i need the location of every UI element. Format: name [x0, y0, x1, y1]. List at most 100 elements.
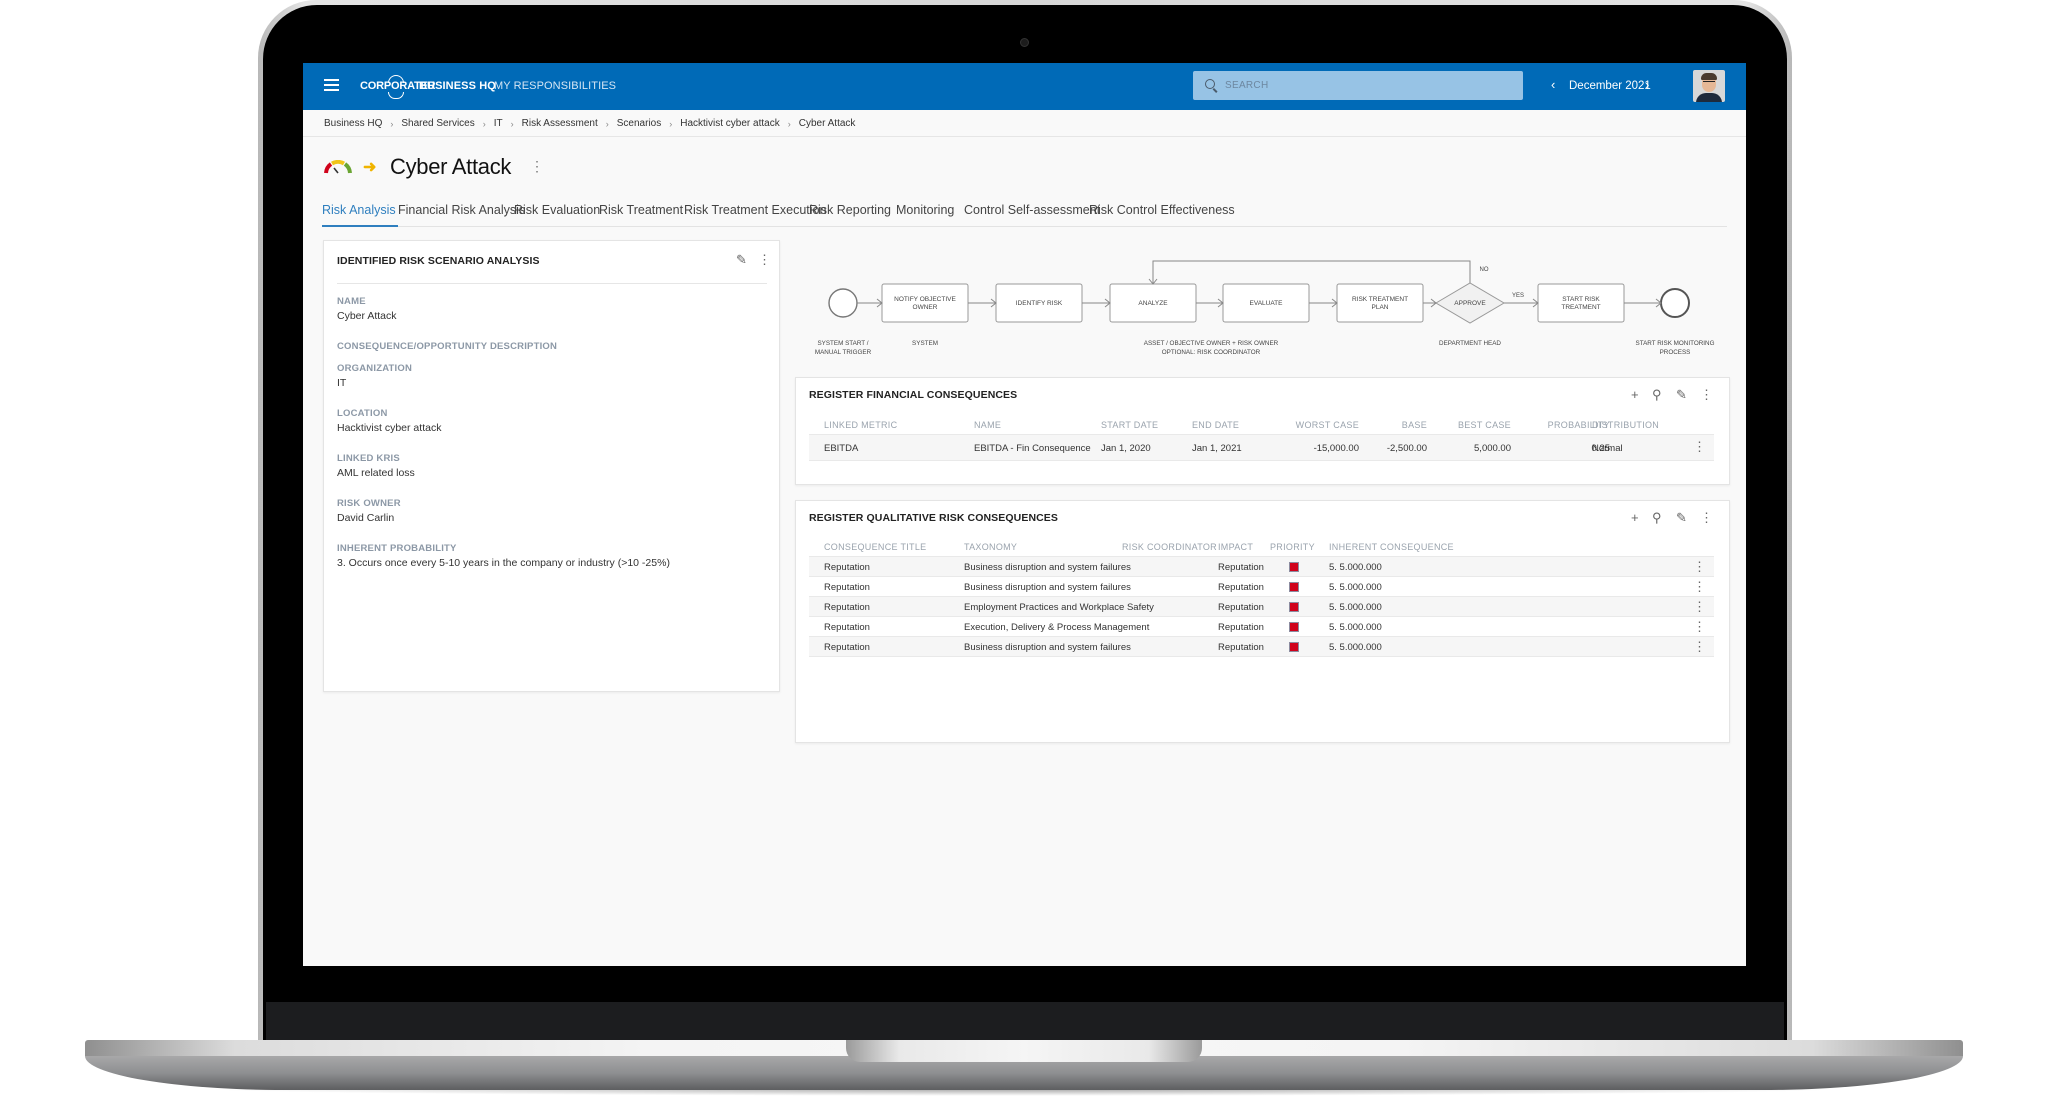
breadcrumb-item[interactable]: Shared Services — [401, 118, 474, 129]
column-header[interactable]: PRIORITY — [1270, 542, 1315, 552]
table-row[interactable]: EBITDA EBITDA - Fin Consequence Jan 1, 202… — [809, 435, 1714, 461]
row-more-icon[interactable]: ⋮ — [1693, 639, 1706, 655]
row-more-icon[interactable]: ⋮ — [1693, 619, 1706, 635]
lane-label: OPTIONAL: RISK COORDINATOR — [1162, 349, 1261, 356]
card-title: REGISTER QUALITATIVE RISK CONSEQUENCES — [809, 512, 1059, 524]
edit-icon[interactable]: ✎ — [736, 253, 747, 266]
column-header[interactable]: START DATE — [1101, 420, 1158, 430]
tab-risk-reporting[interactable]: Risk Reporting — [809, 203, 891, 217]
search-icon[interactable]: ⚲ — [1652, 388, 1662, 401]
table-cell: EBITDA - Fin Consequence — [974, 443, 1091, 454]
period-next-button[interactable]: › — [1645, 77, 1649, 92]
table-row[interactable]: Reputation Business disruption and system… — [809, 557, 1714, 577]
period-label[interactable]: December 2021 — [1569, 80, 1651, 92]
table-row[interactable]: Reputation Business disruption and system… — [809, 577, 1714, 597]
column-header[interactable]: RISK COORDINATOR — [1122, 542, 1217, 552]
more-icon[interactable]: ⋮ — [1700, 388, 1713, 401]
table-cell: 5. 5.000.000 — [1329, 562, 1382, 573]
add-icon[interactable]: + — [1631, 511, 1639, 524]
column-header[interactable]: IMPACT — [1218, 542, 1253, 552]
row-more-icon[interactable]: ⋮ — [1693, 439, 1706, 455]
table-header-row: LINKED METRIC NAME START DATE END DATE WORST… — [809, 413, 1714, 435]
nav-business-hq[interactable]: BUSINESS HQ — [419, 80, 496, 92]
more-icon[interactable]: ⋮ — [758, 253, 771, 266]
avatar-body — [1696, 93, 1722, 102]
nav-my-responsibilities[interactable]: MY RESPONSIBILITIES — [494, 80, 616, 92]
field-label: LOCATION — [337, 408, 388, 419]
logo-arc-bottom — [388, 92, 404, 99]
search-box[interactable] — [1193, 71, 1523, 100]
table-cell: Business disruption and system failures — [964, 582, 1131, 593]
tab-risk-evaluation[interactable]: Risk Evaluation — [514, 203, 600, 217]
column-header[interactable]: TAXONOMY — [964, 542, 1017, 552]
breadcrumb-item[interactable]: Cyber Attack — [799, 118, 856, 129]
tab-risk-analysis[interactable]: Risk Analysis — [322, 203, 396, 217]
breadcrumb-separator-icon: › — [482, 118, 486, 129]
breadcrumb-separator-icon: › — [669, 118, 673, 129]
column-header[interactable]: END DATE — [1192, 420, 1239, 430]
step-label: NOTIFY OBJECTIVE — [894, 296, 956, 303]
table-cell: 5. 5.000.000 — [1329, 602, 1382, 613]
edit-icon[interactable]: ✎ — [1676, 388, 1687, 401]
breadcrumb-item[interactable]: Business HQ — [324, 118, 382, 129]
breadcrumb-item[interactable]: Scenarios — [617, 118, 661, 129]
table-cell: Reputation — [824, 562, 870, 573]
more-options-icon[interactable]: ⋮ — [530, 158, 544, 175]
period-prev-button[interactable]: ‹ — [1551, 77, 1555, 92]
table-cell: Jan 1, 2021 — [1192, 443, 1242, 454]
column-header[interactable]: WORST CASE — [1293, 420, 1359, 430]
column-header[interactable]: NAME — [974, 420, 1001, 430]
breadcrumb-item[interactable]: IT — [494, 118, 503, 129]
search-input[interactable] — [1225, 71, 1515, 100]
tab-financial-risk-analysis[interactable]: Financial Risk Analysis — [398, 203, 525, 217]
tab-risk-treatment[interactable]: Risk Treatment — [599, 203, 683, 217]
row-more-icon[interactable]: ⋮ — [1693, 579, 1706, 595]
search-icon[interactable]: ⚲ — [1652, 511, 1662, 524]
row-more-icon[interactable]: ⋮ — [1693, 599, 1706, 615]
avatar-hair — [1701, 73, 1717, 80]
lane-label: MANUAL TRIGGER — [815, 349, 872, 356]
edit-icon[interactable]: ✎ — [1676, 511, 1687, 524]
tab-bar: Risk Analysis Financial Risk Analysis Risk… — [322, 199, 1727, 227]
table-cell: Reputation — [1218, 622, 1264, 633]
menu-icon[interactable] — [324, 79, 339, 91]
table-cell: Business disruption and system failures — [964, 642, 1131, 653]
table-cell: Reputation — [824, 582, 870, 593]
yes-label: YES — [1512, 293, 1524, 299]
column-header[interactable]: DISTRIBUTION — [1592, 420, 1659, 430]
user-avatar[interactable] — [1693, 70, 1725, 102]
lane-label: ASSET / OBJECTIVE OWNER + RISK OWNER — [1144, 340, 1279, 347]
column-header[interactable]: BASE — [1375, 420, 1427, 430]
column-header[interactable]: BEST CASE — [1445, 420, 1511, 430]
table-row[interactable]: Reputation Execution, Delivery & Process … — [809, 617, 1714, 637]
table-cell: 5,000.00 — [1474, 443, 1511, 454]
field-label: ORGANIZATION — [337, 363, 413, 374]
field-label: CONSEQUENCE/OPPORTUNITY DESCRIPTION — [337, 341, 558, 352]
top-bar: CORPORATER BUSINESS HQ MY RESPONSIBILITI… — [303, 63, 1746, 110]
qualitative-consequences-card: REGISTER QUALITATIVE RISK CONSEQUENCES +… — [795, 500, 1730, 743]
breadcrumb-separator-icon: › — [605, 118, 609, 129]
tab-risk-control-effectiveness[interactable]: Risk Control Effectiveness — [1089, 203, 1235, 217]
add-icon[interactable]: + — [1631, 388, 1639, 401]
table-row[interactable]: Reputation Employment Practices and Workp… — [809, 597, 1714, 617]
tab-control-self-assessment[interactable]: Control Self-assessment — [964, 203, 1100, 217]
no-label: NO — [1480, 267, 1489, 273]
field-value: AML related loss — [337, 467, 415, 479]
tab-risk-treatment-execution[interactable]: Risk Treatment Execution — [684, 203, 826, 217]
breadcrumb-item[interactable]: Risk Assessment — [522, 118, 598, 129]
camera-icon — [1020, 38, 1029, 47]
column-header[interactable]: INHERENT CONSEQUENCE — [1329, 542, 1454, 552]
tab-monitoring[interactable]: Monitoring — [896, 203, 954, 217]
more-icon[interactable]: ⋮ — [1700, 511, 1713, 524]
table-cell: Execution, Delivery & Process Management — [964, 622, 1150, 633]
breadcrumb-item[interactable]: Hacktivist cyber attack — [680, 118, 779, 129]
process-step-box — [1336, 283, 1424, 323]
table-row[interactable]: Reputation Business disruption and system… — [809, 637, 1714, 657]
field-value: David Carlin — [337, 512, 395, 524]
column-header[interactable]: LINKED METRIC — [824, 420, 897, 430]
table-cell: EBITDA — [824, 443, 859, 454]
field-value: Hacktivist cyber attack — [337, 422, 442, 434]
row-more-icon[interactable]: ⋮ — [1693, 559, 1706, 575]
column-header[interactable]: CONSEQUENCE TITLE — [824, 542, 926, 552]
table-cell: -15,000.00 — [1313, 443, 1359, 454]
